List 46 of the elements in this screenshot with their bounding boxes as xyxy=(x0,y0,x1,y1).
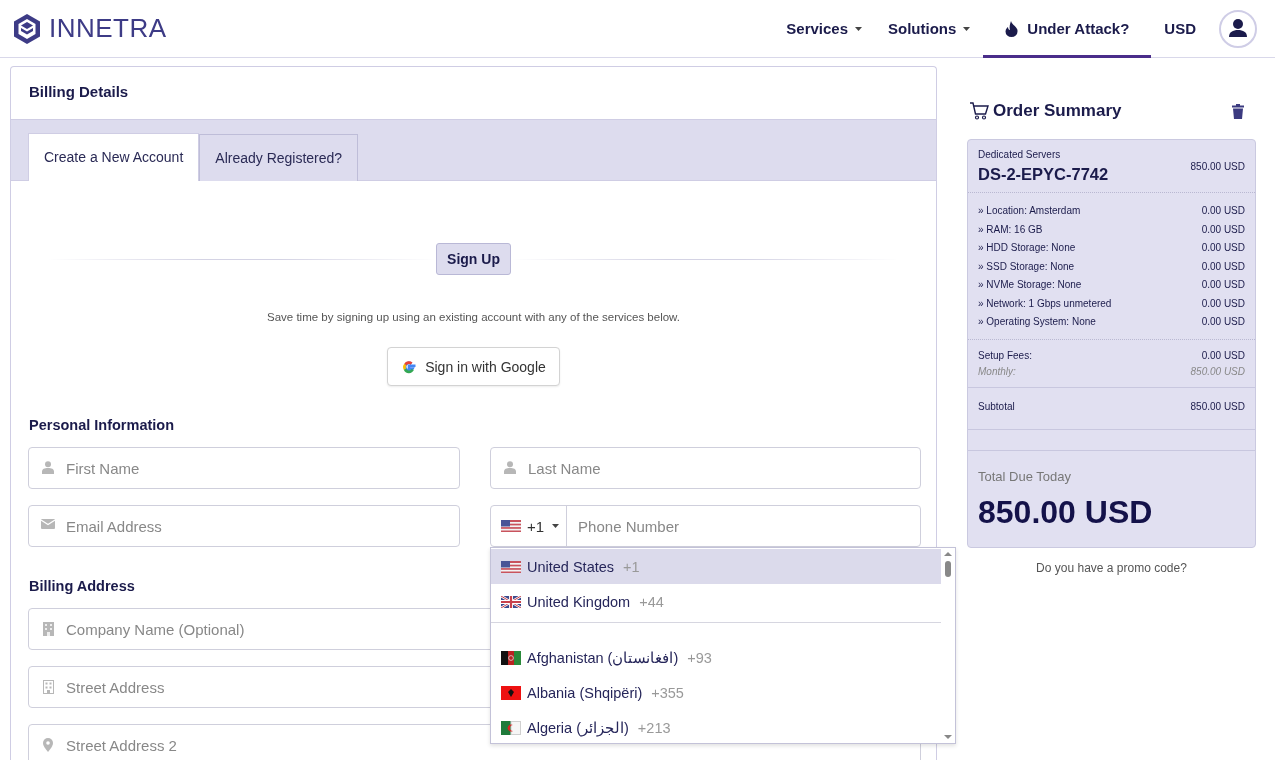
total-amount: 850.00 USD xyxy=(978,493,1154,531)
nav-link[interactable]: Services xyxy=(773,0,876,58)
email-field[interactable]: Email Address xyxy=(28,505,460,547)
fee-label: Setup Fees: xyxy=(978,348,1032,363)
subtotal-value: 850.00 USD xyxy=(1190,400,1245,414)
option-label: » Network: 1 Gbps unmetered xyxy=(978,296,1112,311)
option-price: 0.00 USD xyxy=(1201,315,1245,329)
signup-note: Save time by signing up using an existing account with any of the services below. xyxy=(266,311,681,323)
nav-link[interactable]: USD xyxy=(1151,0,1209,58)
section-heading: Personal Information xyxy=(29,417,176,433)
panel-title: Billing Details xyxy=(28,82,130,102)
brand-name: INNETRA xyxy=(49,13,167,44)
input-field[interactable]: First Name xyxy=(28,447,460,489)
option-label: » Location: Amsterdam xyxy=(978,204,1081,218)
section-heading: Billing Address xyxy=(29,578,136,594)
option-price: 0.00 USD xyxy=(1201,278,1245,292)
country-code-selector[interactable]: +1 xyxy=(491,506,568,546)
input-field[interactable]: Last Name xyxy=(490,447,921,489)
option-label: » HDD Storage: None xyxy=(978,241,1076,255)
fee-label: Monthly: xyxy=(978,365,1016,378)
option-price: 0.00 USD xyxy=(1201,241,1245,255)
country-option[interactable]: United States +1 xyxy=(491,549,941,584)
option-price: 0.00 USD xyxy=(1201,296,1245,311)
summary-title: Order Summary xyxy=(993,101,1122,121)
nav-link[interactable]: Solutions xyxy=(875,0,984,58)
option-price: 0.00 USD xyxy=(1201,204,1245,218)
fee-value: 850.00 USD xyxy=(1190,365,1245,378)
tab[interactable]: Already Registered? xyxy=(199,134,359,181)
option-label: » Operating System: None xyxy=(978,315,1096,329)
phone-number-input[interactable]: Phone Number xyxy=(576,516,920,536)
product-category: Dedicated Servers xyxy=(978,149,1062,160)
option-label: » NVMe Storage: None xyxy=(978,278,1082,292)
option-price: 0.00 USD xyxy=(1201,259,1245,274)
google-sign-in-button[interactable]: Sign in with Google xyxy=(387,347,560,386)
subtotal-label: Subtotal xyxy=(978,400,1015,414)
product-price: 850.00 USD xyxy=(1190,161,1245,172)
sign-up-label: Sign Up xyxy=(436,243,511,275)
product-name: DS-2-EPYC-7742 xyxy=(978,165,1109,184)
nav-link[interactable]: Under Attack? xyxy=(983,0,1152,58)
promo-code-link[interactable]: Do you have a promo code? xyxy=(1036,560,1187,575)
option-price: 0.00 USD xyxy=(1201,222,1245,237)
option-label: » SSD Storage: None xyxy=(978,259,1075,274)
option-label: » RAM: 16 GB xyxy=(978,222,1043,237)
tab[interactable]: Create a New Account xyxy=(28,133,200,181)
fee-value: 0.00 USD xyxy=(1201,348,1245,363)
total-label: Total Due Today xyxy=(978,468,1072,484)
